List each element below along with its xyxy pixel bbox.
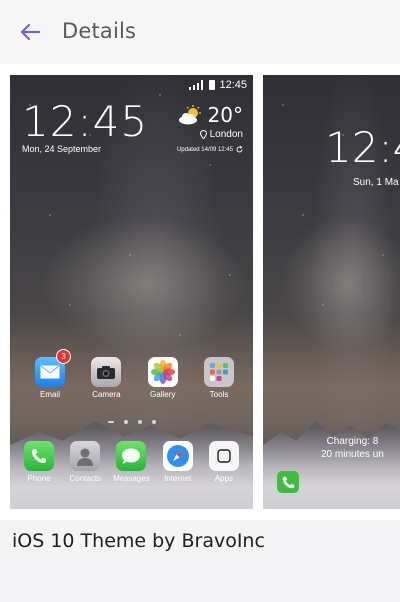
app-internet[interactable]: Internet xyxy=(156,441,200,483)
lock-clock: 12:4 xyxy=(325,123,400,172)
app-label: Apps xyxy=(214,474,233,483)
page-indicator xyxy=(10,420,253,424)
app-label: Contacts xyxy=(69,474,102,483)
email-badge: 3 xyxy=(56,349,71,364)
theme-name: iOS 10 Theme by BravoInc xyxy=(12,530,265,552)
screenshot-gallery[interactable]: 12:45 12:45 Mon, 24 September 20° London… xyxy=(0,64,400,520)
app-messages[interactable]: Messages xyxy=(109,441,153,483)
status-time: 12:45 xyxy=(219,79,247,91)
app-bar: Details xyxy=(0,0,400,64)
preview-home-screen[interactable]: 12:45 12:45 Mon, 24 September 20° London… xyxy=(10,75,253,509)
lock-clock: 12:45 xyxy=(22,97,149,146)
compass-icon xyxy=(162,441,193,471)
apps-icon xyxy=(208,441,239,471)
dock-apps-row: Phone Contacts Messages Internet Apps xyxy=(10,441,253,483)
app-apps[interactable]: Apps xyxy=(202,441,246,483)
clock-date: Mon, 24 September xyxy=(22,144,102,154)
mail-icon: 3 xyxy=(35,349,71,387)
app-gallery[interactable]: Gallery xyxy=(141,357,185,399)
page-title: Details xyxy=(62,19,137,43)
weather-temp: 20° xyxy=(207,103,243,127)
preview-lock-screen[interactable]: 12:4 Sun, 1 Ma Charging: 8 20 minutes un xyxy=(263,75,400,509)
weather-widget[interactable]: 20° London Updated 14/09 12:45 xyxy=(177,103,243,153)
phone-icon xyxy=(277,471,299,493)
app-label: Internet xyxy=(164,474,192,483)
lock-date: Sun, 1 Ma xyxy=(353,177,399,188)
app-phone[interactable]: Phone xyxy=(17,441,61,483)
messages-icon xyxy=(116,441,147,471)
partly-cloudy-icon xyxy=(178,105,201,125)
app-camera[interactable]: Camera xyxy=(84,357,128,399)
app-email[interactable]: 3 Email xyxy=(28,349,72,399)
signal-icon xyxy=(189,80,204,90)
folder-icon xyxy=(203,357,234,387)
weather-location: London xyxy=(209,129,243,140)
app-label: Tools xyxy=(209,390,229,399)
phone-icon xyxy=(24,441,55,471)
home-apps-row: 3 Email Camera Gallery Tools xyxy=(10,349,253,399)
app-label: Messages xyxy=(113,474,150,483)
location-pin-icon xyxy=(199,130,207,139)
photos-icon xyxy=(147,357,178,387)
charging-status: Charging: 8 20 minutes un xyxy=(321,436,384,460)
weather-updated: Updated 14/09 12:45 xyxy=(176,146,233,153)
app-label: Camera xyxy=(92,390,121,399)
contacts-icon xyxy=(70,441,101,471)
status-bar: 12:45 xyxy=(189,79,247,91)
back-button[interactable] xyxy=(14,18,46,46)
app-label: Phone xyxy=(27,474,51,483)
app-label: Gallery xyxy=(149,390,176,399)
app-tools[interactable]: Tools xyxy=(197,357,241,399)
app-contacts[interactable]: Contacts xyxy=(63,441,107,483)
arrow-left-icon xyxy=(20,23,41,41)
battery-icon xyxy=(209,80,216,90)
app-label: Email xyxy=(39,390,60,399)
camera-icon xyxy=(91,357,122,387)
refresh-icon xyxy=(236,146,243,153)
